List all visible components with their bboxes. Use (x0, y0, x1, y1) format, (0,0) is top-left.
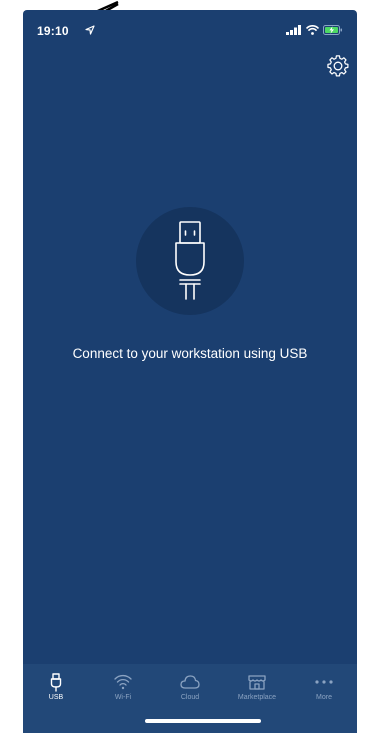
tab-cloud[interactable]: Cloud (157, 664, 223, 712)
marketplace-icon (248, 675, 266, 690)
phone-screen: 19:10 Connect to your workstation using … (23, 10, 357, 733)
usb-icon (50, 673, 62, 692)
settings-button[interactable] (327, 55, 349, 77)
status-bar: 19:10 (23, 10, 357, 48)
tab-more[interactable]: More (291, 664, 357, 712)
home-indicator (145, 719, 261, 723)
tab-wifi-label: Wi-Fi (114, 694, 132, 701)
wifi-status-icon (306, 25, 319, 35)
status-indicators (286, 23, 343, 37)
tab-usb-label: USB (48, 694, 64, 701)
more-icon (315, 680, 333, 684)
status-time: 19:10 (37, 24, 69, 38)
tab-usb[interactable]: USB (23, 664, 89, 712)
tab-marketplace[interactable]: Marketplace (224, 664, 290, 712)
screenshot-stage: 19:10 Connect to your workstation using … (0, 0, 365, 733)
location-arrow-icon (85, 25, 95, 35)
usb-illustration (136, 207, 244, 315)
signal-icon (286, 25, 301, 35)
wifi-icon (114, 674, 132, 690)
tab-wifi[interactable]: Wi-Fi (90, 664, 156, 712)
tab-marketplace-label: Marketplace (237, 694, 277, 701)
tab-cloud-label: Cloud (180, 694, 200, 701)
battery-charging-icon (323, 25, 342, 35)
gear-icon (327, 55, 349, 77)
connect-message: Connect to your workstation using USB (72, 346, 308, 361)
cloud-icon (180, 675, 200, 689)
tab-more-label: More (316, 694, 332, 701)
usb-plug-icon (175, 221, 205, 300)
